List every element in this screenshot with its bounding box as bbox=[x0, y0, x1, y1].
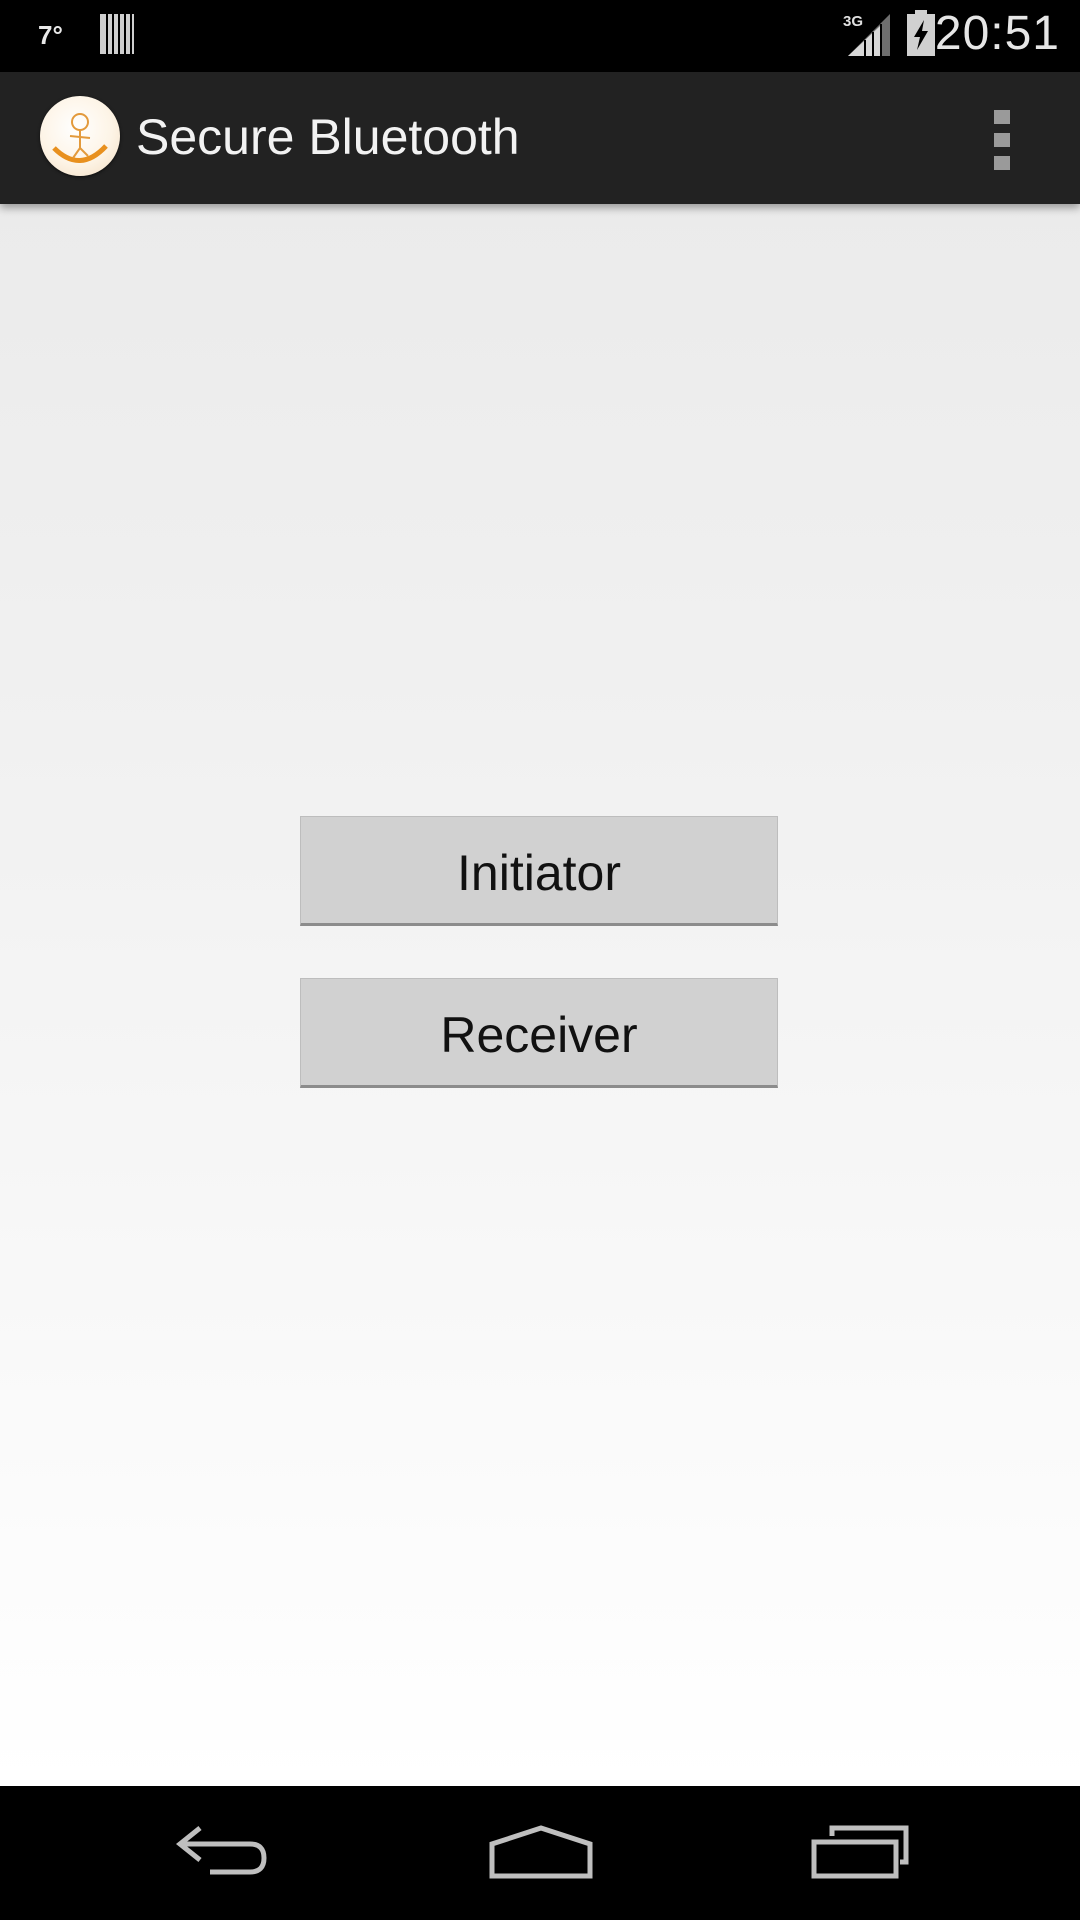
back-icon[interactable] bbox=[166, 1814, 276, 1894]
status-bar: 7° 3G 20:51 bbox=[0, 0, 1080, 72]
navigation-bar bbox=[0, 1786, 1080, 1920]
receiver-button[interactable]: Receiver bbox=[300, 978, 778, 1088]
main-content: Initiator Receiver bbox=[0, 204, 1080, 1786]
temperature-text: 7° bbox=[38, 20, 63, 50]
overflow-menu-icon[interactable] bbox=[986, 108, 1018, 172]
action-bar: Secure Bluetooth bbox=[0, 72, 1080, 204]
app-logo-icon[interactable] bbox=[40, 96, 120, 176]
svg-text:3G: 3G bbox=[843, 13, 863, 30]
clock-text: 20:51 bbox=[934, 7, 1060, 60]
signal-3g-icon: 3G bbox=[842, 12, 892, 56]
initiator-button[interactable]: Initiator bbox=[300, 816, 778, 926]
home-icon[interactable] bbox=[486, 1814, 596, 1894]
app-title: Secure Bluetooth bbox=[136, 109, 520, 165]
barcode-icon bbox=[100, 14, 134, 54]
recent-apps-icon[interactable] bbox=[806, 1814, 916, 1894]
battery-charging-icon bbox=[905, 10, 937, 56]
